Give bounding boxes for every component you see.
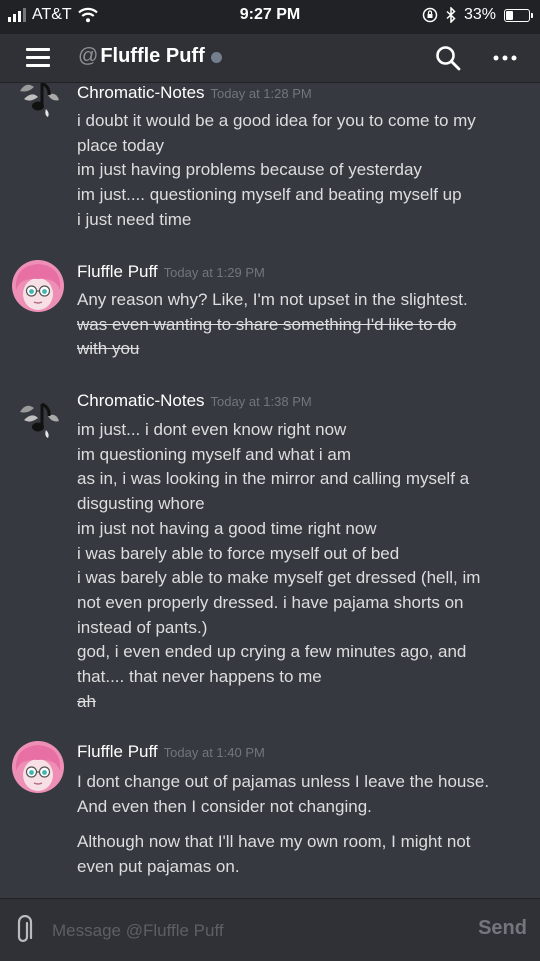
message-line: i was barely able to make myself get dre… [77,568,481,588]
message-line: im just having problems because of yeste… [77,160,422,180]
orientation-lock-icon [422,7,438,23]
message-body: im just... i dont even know right now im… [77,418,527,714]
author-name[interactable]: Chromatic-Notes [77,391,205,410]
channel-header: @ Fluffle Puff [0,34,540,83]
message-timestamp: Today at 1:40 PM [163,745,265,760]
message-timestamp: Today at 1:29 PM [163,265,265,280]
strikethrough-line: was even wanting to share something I'd … [77,314,457,334]
message-composer: Send [0,898,540,961]
send-button[interactable]: Send [478,917,527,940]
more-icon[interactable] [490,46,520,70]
music-note-avatar[interactable] [12,83,64,121]
message-timestamp: Today at 1:38 PM [210,394,312,409]
at-symbol: @ [78,45,99,67]
author-name[interactable]: Fluffle Puff [77,262,158,281]
message-body: i doubt it would be a good idea for you … [77,109,527,233]
pink-hair-avatar[interactable] [12,260,64,312]
message-line: instead of pants.) [77,617,208,637]
message-line: i was barely able to force myself out of… [77,543,400,563]
message-line: place today [77,135,164,155]
message-input[interactable] [50,913,464,949]
paperclip-icon[interactable] [12,915,36,947]
message-author[interactable]: Fluffle Puff Today at 1:29 PM [77,262,265,282]
channel-name: Fluffle Puff [100,45,205,67]
strikethrough-line: ah [77,691,96,711]
battery-icon [504,8,533,22]
message-timestamp: Today at 1:28 PM [210,86,312,101]
message-line: disgusting whore [77,494,205,514]
author-name[interactable]: Fluffle Puff [77,742,158,761]
music-note-avatar[interactable] [12,390,64,442]
message-line: I dont change out of pajamas unless I le… [77,772,490,791]
menu-icon[interactable] [26,48,50,68]
message-line: as in, i was looking in the mirror and c… [77,469,470,489]
message-line: that.... that never happens to me [77,667,322,687]
message-line: i just need time [77,209,192,229]
offline-status-icon [210,52,222,63]
message-line: even put pajamas on. [77,857,240,877]
message-author[interactable]: Chromatic-Notes Today at 1:28 PM [77,83,312,103]
status-bar: AT&T 9:27 PM 33% [0,0,540,34]
message-line: im just not having a good time right now [77,518,377,538]
message-line: Although now that I'll have my own room,… [77,832,471,852]
author-name[interactable]: Chromatic-Notes [77,83,205,102]
strikethrough-line: with you [77,339,140,359]
message-line: i doubt it would be a good idea for you … [77,111,476,130]
battery-percent: 33% [463,6,496,23]
message-line: im just.... questioning myself and beati… [77,185,462,205]
message-line: im just... i dont even know right now [77,420,347,439]
system-icons: 33% [422,6,533,24]
message-list[interactable]: Chromatic-Notes Today at 1:28 PM i doubt … [0,83,540,898]
message-author[interactable]: Fluffle Puff Today at 1:40 PM [77,742,265,762]
message-line: god, i even ended up crying a few minute… [77,642,467,662]
message-body: I dont change out of pajamas unless I le… [77,770,527,880]
message-line: Any reason why? Like, I'm not upset in t… [77,290,468,309]
message-line: And even then I consider not changing. [77,796,372,816]
channel-title: @ Fluffle Puff [78,45,222,68]
message-line: im questioning myself and what i am [77,444,352,464]
message-body: Any reason why? Like, I'm not upset in t… [77,288,527,362]
search-icon[interactable] [434,44,462,72]
bluetooth-icon [446,7,456,23]
message-author[interactable]: Chromatic-Notes Today at 1:38 PM [77,391,312,411]
pink-hair-avatar[interactable] [12,741,64,793]
message-line: not even properly dressed. i have pajama… [77,592,464,612]
